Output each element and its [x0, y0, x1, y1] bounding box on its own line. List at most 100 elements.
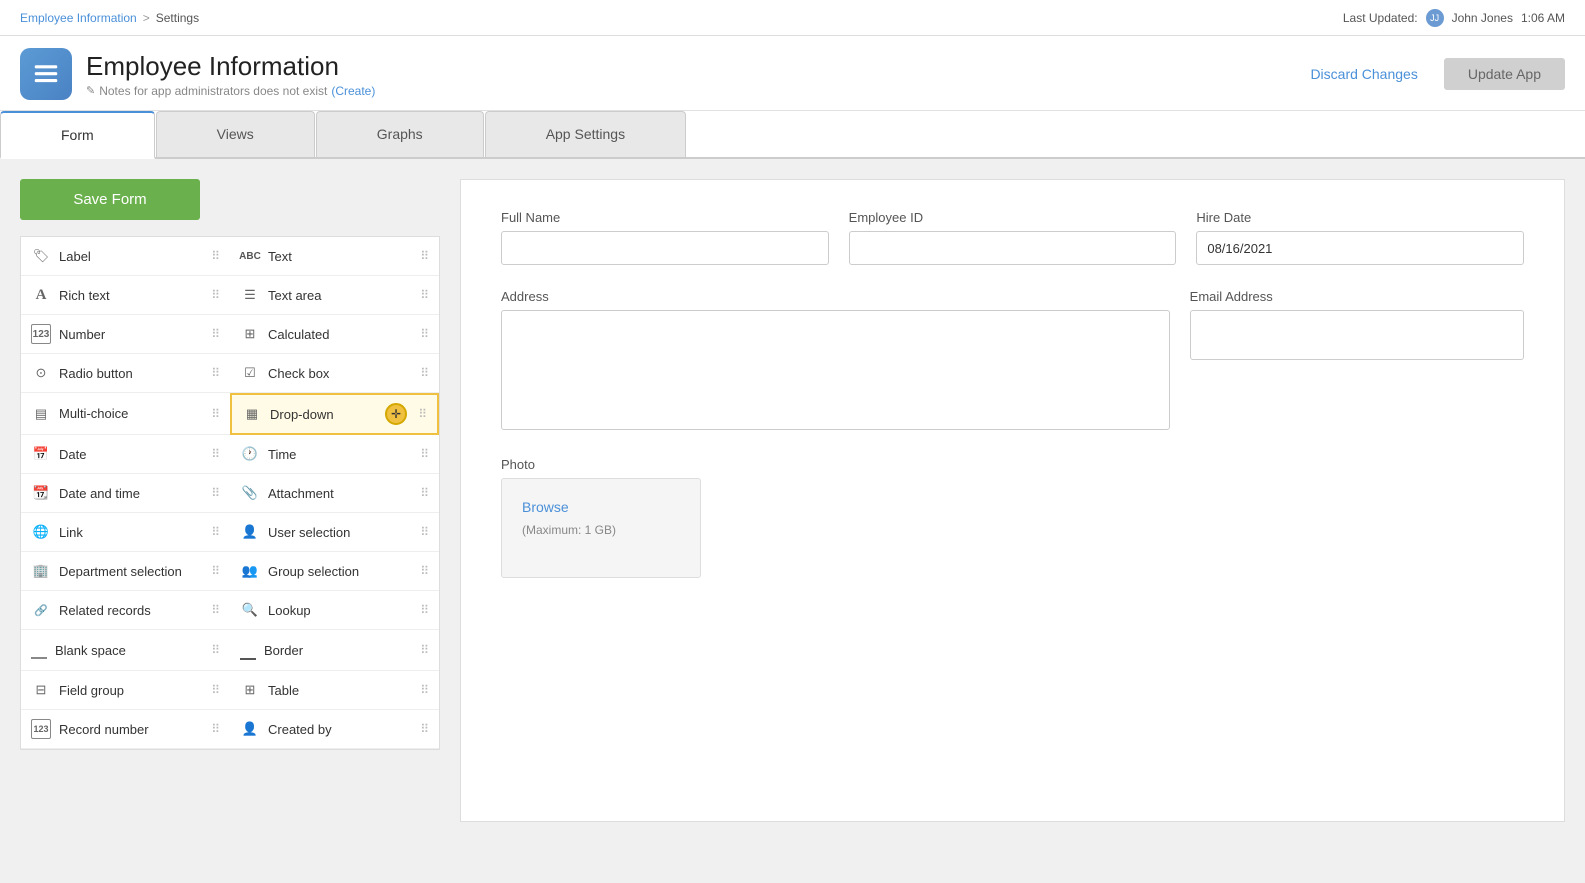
field-item-number[interactable]: 123 Number ⠿ — [21, 315, 230, 354]
drag-handle[interactable]: ⠿ — [211, 366, 220, 380]
drag-handle[interactable]: ⠿ — [418, 407, 427, 421]
calc-icon: ⊞ — [240, 324, 260, 344]
field-item-user-selection[interactable]: 👤 User selection ⠿ — [230, 513, 439, 552]
drag-handle[interactable]: ⠿ — [420, 603, 429, 617]
discard-changes-button[interactable]: Discard Changes — [1294, 58, 1433, 90]
drag-handle[interactable]: ⠿ — [211, 249, 220, 263]
field-userselection-text: User selection — [268, 525, 350, 540]
fieldgroup-icon: ⊟ — [31, 680, 51, 700]
field-item-field-group[interactable]: ⊟ Field group ⠿ — [21, 671, 230, 710]
form-field-employeeid: Employee ID — [849, 210, 1177, 265]
textarea-icon: ☰ — [240, 285, 260, 305]
field-item-lookup[interactable]: 🔍 Lookup ⠿ — [230, 591, 439, 630]
drag-handle[interactable]: ⠿ — [420, 722, 429, 736]
field-item-attachment[interactable]: 📎 Attachment ⠿ — [230, 474, 439, 513]
employeeid-input[interactable] — [849, 231, 1177, 265]
date-icon: 📅 — [31, 444, 51, 464]
dropdown-icon: ▦ — [242, 404, 262, 424]
drag-handle[interactable]: ⠿ — [211, 722, 220, 736]
border-icon — [240, 640, 256, 660]
field-textarea-text: Text area — [268, 288, 321, 303]
tab-graphs[interactable]: Graphs — [316, 111, 484, 157]
drag-handle[interactable]: ⠿ — [211, 288, 220, 302]
field-item-department[interactable]: 🏢 Department selection ⠿ — [21, 552, 230, 591]
drag-handle[interactable]: ⠿ — [211, 643, 220, 657]
tag-icon: 🏷 — [31, 246, 51, 266]
breadcrumb-app-link[interactable]: Employee Information — [20, 11, 137, 25]
field-text-text: Text — [268, 249, 292, 264]
form-field-fullname: Full Name — [501, 210, 829, 265]
update-app-button[interactable]: Update App — [1444, 58, 1565, 90]
top-bar: Employee Information > Settings Last Upd… — [0, 0, 1585, 36]
richtext-icon: A — [31, 285, 51, 305]
field-fieldgroup-text: Field group — [59, 683, 124, 698]
field-item-calculated[interactable]: ⊞ Calculated ⠿ — [230, 315, 439, 354]
drag-handle[interactable]: ⠿ — [420, 288, 429, 302]
save-form-button[interactable]: Save Form — [20, 179, 200, 220]
field-item-blank-space[interactable]: Blank space ⠿ — [21, 630, 230, 671]
drag-handle[interactable]: ⠿ — [211, 327, 220, 341]
blank-icon — [31, 639, 47, 659]
field-label-text: Label — [59, 249, 91, 264]
field-richtext-text: Rich text — [59, 288, 110, 303]
createdby-icon: 👤 — [240, 719, 260, 739]
field-createdby-text: Created by — [268, 722, 332, 737]
field-item-related-records[interactable]: 🔗 Related records ⠿ — [21, 591, 230, 630]
field-item-time[interactable]: 🕐 Time ⠿ — [230, 435, 439, 474]
drag-handle[interactable]: ⠿ — [420, 249, 429, 263]
fullname-input[interactable] — [501, 231, 829, 265]
multichoice-icon: ▤ — [31, 404, 51, 424]
user-icon: 👤 — [240, 522, 260, 542]
field-item-link[interactable]: 🌐 Link ⠿ — [21, 513, 230, 552]
field-item-table[interactable]: ⊞ Table ⠿ — [230, 671, 439, 710]
field-blank-text: Blank space — [55, 643, 126, 658]
drag-handle[interactable]: ⠿ — [211, 486, 220, 500]
group-icon: 👥 — [240, 561, 260, 581]
drag-handle[interactable]: ⠿ — [211, 603, 220, 617]
hiredate-input[interactable] — [1196, 231, 1524, 265]
drag-handle[interactable]: ⠿ — [211, 525, 220, 539]
field-item-created-by[interactable]: 👤 Created by ⠿ — [230, 710, 439, 749]
browse-link[interactable]: Browse — [522, 499, 680, 515]
field-item-multi-choice[interactable]: ▤ Multi-choice ⠿ — [21, 393, 230, 435]
field-item-label[interactable]: 🏷 Label ⠿ — [21, 237, 230, 276]
drag-handle[interactable]: ⠿ — [420, 643, 429, 657]
last-updated-label: Last Updated: — [1343, 11, 1418, 25]
field-item-date[interactable]: 📅 Date ⠿ — [21, 435, 230, 474]
drag-handle[interactable]: ⠿ — [420, 366, 429, 380]
field-item-checkbox[interactable]: ☑ Check box ⠿ — [230, 354, 439, 393]
drag-handle[interactable]: ⠿ — [420, 683, 429, 697]
photo-label: Photo — [501, 457, 1524, 472]
field-item-group-selection[interactable]: 👥 Group selection ⠿ — [230, 552, 439, 591]
field-multichoice-text: Multi-choice — [59, 406, 128, 421]
drag-handle[interactable]: ⠿ — [420, 327, 429, 341]
field-item-record-number[interactable]: 123 Record number ⠿ — [21, 710, 230, 749]
field-item-datetime[interactable]: 📆 Date and time ⠿ — [21, 474, 230, 513]
breadcrumb-current: Settings — [156, 11, 199, 25]
field-item-rich-text[interactable]: A Rich text ⠿ — [21, 276, 230, 315]
create-link[interactable]: (Create) — [331, 84, 375, 98]
field-group-text: Group selection — [268, 564, 359, 579]
drag-handle[interactable]: ⠿ — [211, 683, 220, 697]
drag-handle[interactable]: ⠿ — [420, 447, 429, 461]
breadcrumb-separator: > — [143, 11, 150, 25]
field-item-text-area[interactable]: ☰ Text area ⠿ — [230, 276, 439, 315]
field-item-radio[interactable]: ⊙ Radio button ⠿ — [21, 354, 230, 393]
field-recnum-text: Record number — [59, 722, 149, 737]
email-input[interactable] — [1190, 310, 1524, 360]
drag-handle[interactable]: ⠿ — [211, 447, 220, 461]
drag-handle[interactable]: ⠿ — [420, 486, 429, 500]
drag-handle[interactable]: ⠿ — [211, 564, 220, 578]
drag-handle[interactable]: ⠿ — [211, 407, 220, 421]
tab-views[interactable]: Views — [156, 111, 315, 157]
field-date-text: Date — [59, 447, 86, 462]
drag-handle[interactable]: ⠿ — [420, 525, 429, 539]
email-label: Email Address — [1190, 289, 1524, 304]
field-item-border[interactable]: Border ⠿ — [230, 630, 439, 671]
drag-handle[interactable]: ⠿ — [420, 564, 429, 578]
field-item-text[interactable]: ABC Text ⠿ — [230, 237, 439, 276]
address-input[interactable] — [501, 310, 1170, 430]
tab-app-settings[interactable]: App Settings — [485, 111, 686, 157]
tab-form[interactable]: Form — [0, 111, 155, 159]
field-item-dropdown[interactable]: ▦ Drop-down ✛ ⠿ — [230, 393, 439, 435]
